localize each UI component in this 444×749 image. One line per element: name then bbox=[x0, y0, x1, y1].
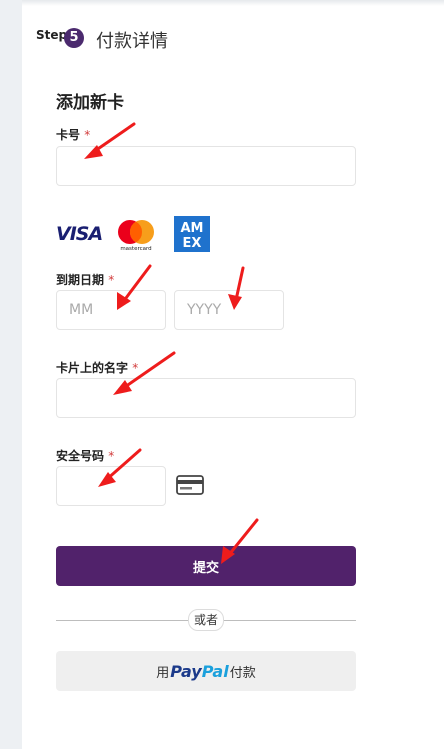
amex-text-top: AM bbox=[181, 221, 204, 236]
name-on-card-label: 卡片上的名字 * bbox=[56, 359, 138, 376]
security-code-label: 安全号码 * bbox=[56, 447, 114, 464]
paypal-prefix: 用 bbox=[156, 665, 170, 681]
expiry-month-input[interactable] bbox=[56, 290, 166, 330]
add-card-title: 添加新卡 bbox=[56, 93, 124, 113]
required-mark: * bbox=[108, 449, 115, 463]
expiry-label-text: 到期日期 bbox=[56, 273, 105, 287]
mastercard-logo: mastercard bbox=[118, 220, 154, 252]
submit-button[interactable]: 提交 bbox=[56, 546, 356, 586]
step-number-badge: 5 bbox=[64, 28, 84, 48]
name-on-card-label-text: 卡片上的名字 bbox=[56, 361, 129, 375]
paypal-logo: PayPal bbox=[170, 662, 228, 681]
amex-logo: AM EX bbox=[174, 216, 210, 252]
cvv-card-icon bbox=[176, 475, 204, 495]
security-code-label-text: 安全号码 bbox=[56, 449, 105, 463]
step-title: 付款详情 bbox=[96, 31, 168, 52]
top-shadow bbox=[22, 0, 444, 6]
amex-text-bottom: EX bbox=[183, 236, 202, 251]
card-number-input[interactable] bbox=[56, 146, 356, 186]
paypal-button[interactable]: 用 PayPal 付款 bbox=[56, 651, 356, 691]
card-number-label: 卡号 * bbox=[56, 126, 90, 143]
paypal-logo-pay: Pay bbox=[170, 661, 202, 681]
card-number-label-text: 卡号 bbox=[56, 128, 81, 142]
paypal-suffix: 付款 bbox=[229, 665, 256, 681]
paypal-logo-pal: Pal bbox=[201, 661, 229, 681]
expiry-label: 到期日期 * bbox=[56, 271, 114, 288]
security-code-input[interactable] bbox=[56, 466, 166, 506]
required-mark: * bbox=[132, 361, 139, 375]
mastercard-wordmark: mastercard bbox=[120, 246, 151, 252]
required-mark: * bbox=[108, 273, 115, 287]
visa-logo: VISA bbox=[56, 223, 103, 245]
required-mark: * bbox=[84, 128, 91, 142]
expiry-year-input[interactable] bbox=[174, 290, 284, 330]
name-on-card-input[interactable] bbox=[56, 378, 356, 418]
or-label: 或者 bbox=[188, 609, 225, 631]
step-word: Step bbox=[36, 28, 68, 42]
